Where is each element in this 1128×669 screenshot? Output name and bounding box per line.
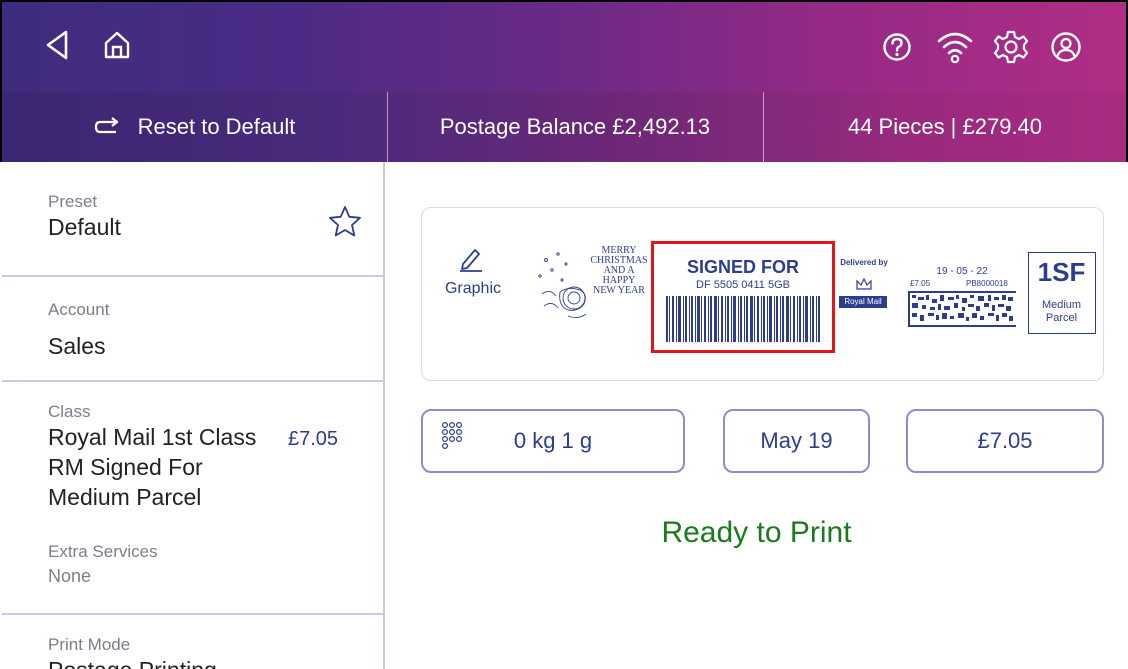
postage-balance-label: Postage Balance £2,492.13 [439, 114, 711, 139]
delivered-by-label: Delivered by [840, 258, 888, 267]
extra-services-value: None [48, 566, 92, 586]
status-bar: Reset to Default Postage Balance £2,492.… [0, 92, 1128, 162]
preset-label: Preset [48, 192, 98, 211]
class-name: Royal Mail 1st Class [48, 424, 257, 450]
main-panel: Graphic MERRY CHRISTMAS AND A HAPPY NEW … [387, 162, 1126, 669]
preset-value: Default [48, 214, 121, 240]
signed-for-title: SIGNED FOR [686, 257, 799, 277]
graphic-label: Graphic [444, 280, 502, 297]
pieces-summary: 44 Pieces | £279.40 [764, 92, 1126, 162]
keypad-icon [441, 421, 463, 450]
service-code-box: 1SF Medium Parcel [1028, 252, 1096, 334]
class-label: Class [48, 402, 91, 421]
2d-barcode [908, 291, 1016, 327]
weight-value: 0 kg 1 g [513, 428, 593, 453]
account-section[interactable]: Account Sales [2, 277, 383, 382]
postage-amount-button[interactable]: £7.05 [906, 409, 1104, 473]
extra-services-label: Extra Services [48, 542, 158, 561]
wifi-icon[interactable] [935, 28, 975, 66]
postage-balance: Postage Balance £2,492.13 [388, 92, 762, 162]
class-section[interactable]: Class Royal Mail 1st Class £7.05 RM Sign… [2, 382, 383, 615]
date-value: May 19 [760, 428, 833, 453]
class-service: RM Signed For [48, 454, 203, 480]
reset-to-default-label: Reset to Default [137, 114, 296, 139]
top-nav-bar [0, 0, 1128, 92]
star-icon[interactable] [327, 204, 363, 240]
pieces-summary-label: 44 Pieces | £279.40 [847, 114, 1043, 139]
graphic-button[interactable]: Graphic [438, 238, 508, 318]
sidebar: Preset Default Account Sales Class Royal… [2, 162, 385, 669]
signed-for-block: SIGNED FOR DF 5505 0411 5GB [651, 241, 835, 353]
postage-value: £7.05 [977, 428, 1033, 453]
meter-id: PB8000018 [966, 279, 1008, 288]
account-label: Account [48, 300, 110, 319]
service-format-line-2: Parcel [1045, 312, 1078, 324]
barcode [666, 296, 820, 342]
home-icon[interactable] [100, 28, 134, 62]
royal-mail-logo: Royal Mail [839, 296, 887, 308]
greeting-graphic: MERRY CHRISTMAS AND A HAPPY NEW YEAR [532, 246, 650, 328]
greeting-line-5: NEW YEAR [593, 285, 645, 296]
postage-mark: 19 - 05 - 22 £7.05 PB8000018 [906, 266, 1018, 346]
settings-icon[interactable] [993, 29, 1029, 65]
pencil-icon [460, 249, 482, 272]
print-mode-section[interactable]: Print Mode Postage Printing [2, 615, 383, 669]
delivered-by-block: Delivered by Royal Mail [835, 258, 893, 324]
postage-date: 19 - 05 - 22 [936, 266, 988, 277]
date-button[interactable]: May 19 [723, 409, 870, 473]
reset-to-default-button[interactable]: Reset to Default [2, 92, 387, 162]
indicia-preview: Graphic MERRY CHRISTMAS AND A HAPPY NEW … [421, 207, 1104, 381]
account-icon[interactable] [1049, 30, 1083, 64]
print-mode-value: Postage Printing [48, 657, 217, 669]
reset-icon [94, 117, 118, 134]
tracking-number: DF 5505 0411 5GB [696, 279, 790, 291]
postage-amount: £7.05 [910, 279, 931, 288]
back-icon[interactable] [42, 28, 72, 62]
preset-section[interactable]: Preset Default [2, 162, 383, 277]
class-price: £7.05 [288, 428, 339, 450]
weight-button[interactable]: 0 kg 1 g [421, 409, 685, 473]
class-format: Medium Parcel [48, 484, 202, 510]
crown-icon [856, 277, 872, 290]
account-value: Sales [48, 333, 106, 359]
print-mode-label: Print Mode [48, 635, 131, 654]
help-icon[interactable] [881, 31, 913, 63]
ready-status: Ready to Print [661, 516, 852, 549]
service-format-line-1: Medium [1041, 299, 1082, 311]
service-code: 1SF [1037, 257, 1086, 287]
